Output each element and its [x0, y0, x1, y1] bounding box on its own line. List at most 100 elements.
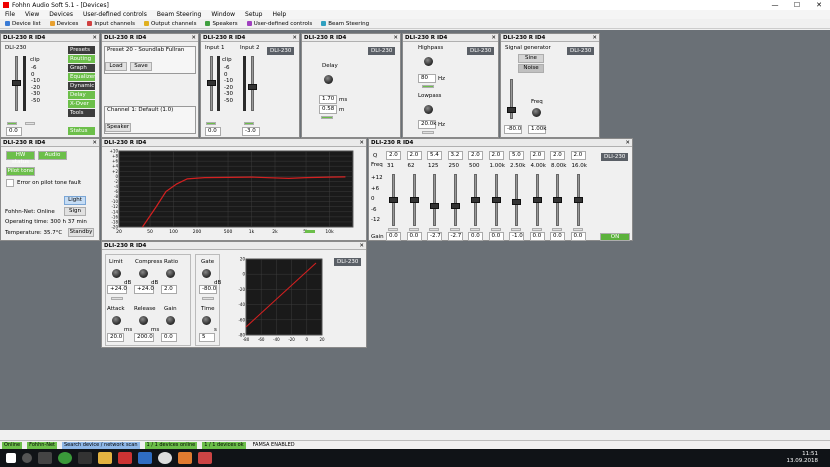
eq-band-on-indicator[interactable]: [470, 228, 480, 231]
eq-band-on-indicator[interactable]: [408, 228, 419, 231]
nav-status[interactable]: Status: [68, 127, 95, 135]
eq-band-on-indicator[interactable]: [429, 228, 439, 231]
compress-knob[interactable]: [139, 269, 148, 278]
time-value[interactable]: 5: [199, 333, 215, 342]
highpass-value[interactable]: 80: [418, 74, 436, 83]
toolbar-item-input-channels[interactable]: Input channels: [85, 21, 137, 27]
eq-band-on-indicator[interactable]: [531, 228, 542, 231]
close-icon[interactable]: ✕: [359, 140, 364, 146]
menu-help[interactable]: Help: [273, 11, 287, 18]
menu-devices[interactable]: Devices: [49, 11, 73, 18]
nav-routing[interactable]: Routing: [68, 55, 95, 63]
input2-value[interactable]: -3.0: [242, 127, 260, 136]
close-icon[interactable]: ✕: [359, 243, 364, 249]
app-green-icon[interactable]: [58, 452, 72, 464]
level-slider-track[interactable]: [510, 79, 513, 119]
menu-beam-steering[interactable]: Beam Steering: [157, 11, 202, 18]
nav-equalizer[interactable]: Equalizer: [68, 73, 95, 81]
sine-button[interactable]: Sine: [518, 54, 544, 63]
delay-knob[interactable]: [324, 75, 333, 84]
eq-band-slider-handle[interactable]: [430, 202, 439, 209]
eq-band-on-indicator[interactable]: [552, 228, 562, 231]
eq-q-value[interactable]: 2.0: [386, 151, 401, 160]
eq-gain-value[interactable]: 0.0: [550, 232, 565, 241]
menu-setup[interactable]: Setup: [245, 11, 262, 18]
compress-value[interactable]: +24.0: [134, 285, 154, 294]
eq-q-value[interactable]: 2.0: [406, 151, 422, 160]
load-button[interactable]: Load: [105, 62, 127, 71]
error-checkbox[interactable]: [6, 179, 14, 187]
delay-on-indicator[interactable]: [321, 116, 333, 119]
eq-on-button[interactable]: ON: [600, 233, 630, 241]
nav-delay[interactable]: Delay: [68, 91, 95, 99]
delay-ms-value[interactable]: 1.70: [319, 95, 337, 104]
eq-q-value[interactable]: 3.2: [447, 151, 463, 160]
nav-presets[interactable]: Presets: [68, 46, 95, 54]
toolbar-item-device-list[interactable]: Device list: [3, 21, 43, 27]
toolbar-item-beam-steering[interactable]: Beam Steering: [319, 21, 371, 27]
eq-gain-value[interactable]: -2.7: [447, 232, 463, 241]
freq-value[interactable]: 1.00k: [528, 125, 546, 134]
nav-dynamic[interactable]: Dynamic: [68, 82, 95, 90]
app-orange-icon[interactable]: [178, 452, 192, 464]
input1-mute[interactable]: [206, 122, 216, 125]
eq-gain-value[interactable]: 0.0: [468, 232, 483, 241]
lowpass-knob[interactable]: [424, 105, 433, 114]
save-button[interactable]: Save: [130, 62, 152, 71]
toolbar-item-speakers[interactable]: Speakers: [203, 21, 239, 27]
release-knob[interactable]: [139, 316, 148, 325]
menu-view[interactable]: View: [25, 11, 39, 18]
lowpass-on-indicator[interactable]: [422, 131, 434, 134]
lowpass-value[interactable]: 20.0k: [418, 120, 436, 129]
input1-value[interactable]: 0.0: [205, 127, 221, 136]
toolbar-item-user-defined-controls[interactable]: User-defined controls: [245, 21, 315, 27]
app-red-icon[interactable]: [118, 452, 132, 464]
input1-slider-handle[interactable]: [207, 80, 216, 86]
eq-q-value[interactable]: 2.0: [550, 151, 565, 160]
gate-knob[interactable]: [202, 269, 211, 278]
gain-value[interactable]: 0.0: [161, 333, 177, 342]
eq-band-slider-handle[interactable]: [389, 197, 398, 203]
eq-band-slider-handle[interactable]: [532, 197, 542, 203]
fohhn-audio-icon[interactable]: [198, 452, 212, 464]
level-value[interactable]: -80.0: [504, 125, 522, 134]
highpass-knob[interactable]: [424, 57, 433, 66]
app-blue-icon[interactable]: [138, 452, 152, 464]
close-button[interactable]: ✕: [808, 1, 830, 9]
release-value[interactable]: 200.0: [134, 333, 154, 342]
limit-knob[interactable]: [112, 269, 121, 278]
close-icon[interactable]: ✕: [292, 35, 297, 41]
close-icon[interactable]: ✕: [625, 140, 630, 146]
highpass-on-indicator[interactable]: [422, 85, 434, 88]
eq-band-slider-handle[interactable]: [512, 199, 521, 206]
eq-band-slider-handle[interactable]: [553, 197, 562, 203]
close-icon[interactable]: ✕: [393, 35, 398, 41]
eq-band-slider-track[interactable]: [433, 174, 436, 226]
menu-user-defined-controls[interactable]: User-defined controls: [83, 11, 147, 18]
menu-file[interactable]: File: [5, 11, 15, 18]
eq-band-on-indicator[interactable]: [449, 228, 460, 231]
input2-mute[interactable]: [244, 122, 254, 125]
ratio-value[interactable]: 2.0: [161, 285, 177, 294]
eq-band-slider-handle[interactable]: [450, 202, 460, 209]
eq-band-slider-track[interactable]: [453, 174, 457, 226]
mute-indicator[interactable]: [7, 122, 17, 125]
toolbar-item-devices[interactable]: Devices: [48, 21, 81, 27]
eq-band-slider-handle[interactable]: [409, 197, 419, 203]
toolbar-item-output-channels[interactable]: Output channels: [142, 21, 198, 27]
ratio-knob[interactable]: [166, 269, 175, 278]
eq-q-value[interactable]: 5.0: [509, 151, 524, 160]
attack-value[interactable]: 20.0: [107, 333, 124, 342]
eq-gain-value[interactable]: 0.0: [386, 232, 401, 241]
status-search-device-network-scan[interactable]: Search device / network scan: [62, 441, 140, 449]
nav-tools[interactable]: Tools: [68, 109, 95, 117]
close-icon[interactable]: ✕: [491, 35, 496, 41]
eq-band-slider-handle[interactable]: [471, 197, 480, 203]
eq-band-on-indicator[interactable]: [388, 228, 398, 231]
maximize-button[interactable]: ☐: [786, 1, 808, 9]
close-icon[interactable]: ✕: [191, 35, 196, 41]
input2-slider-handle[interactable]: [248, 84, 257, 90]
close-icon[interactable]: ✕: [92, 35, 97, 41]
eq-q-value[interactable]: 2.0: [468, 151, 483, 160]
attack-knob[interactable]: [112, 316, 121, 325]
